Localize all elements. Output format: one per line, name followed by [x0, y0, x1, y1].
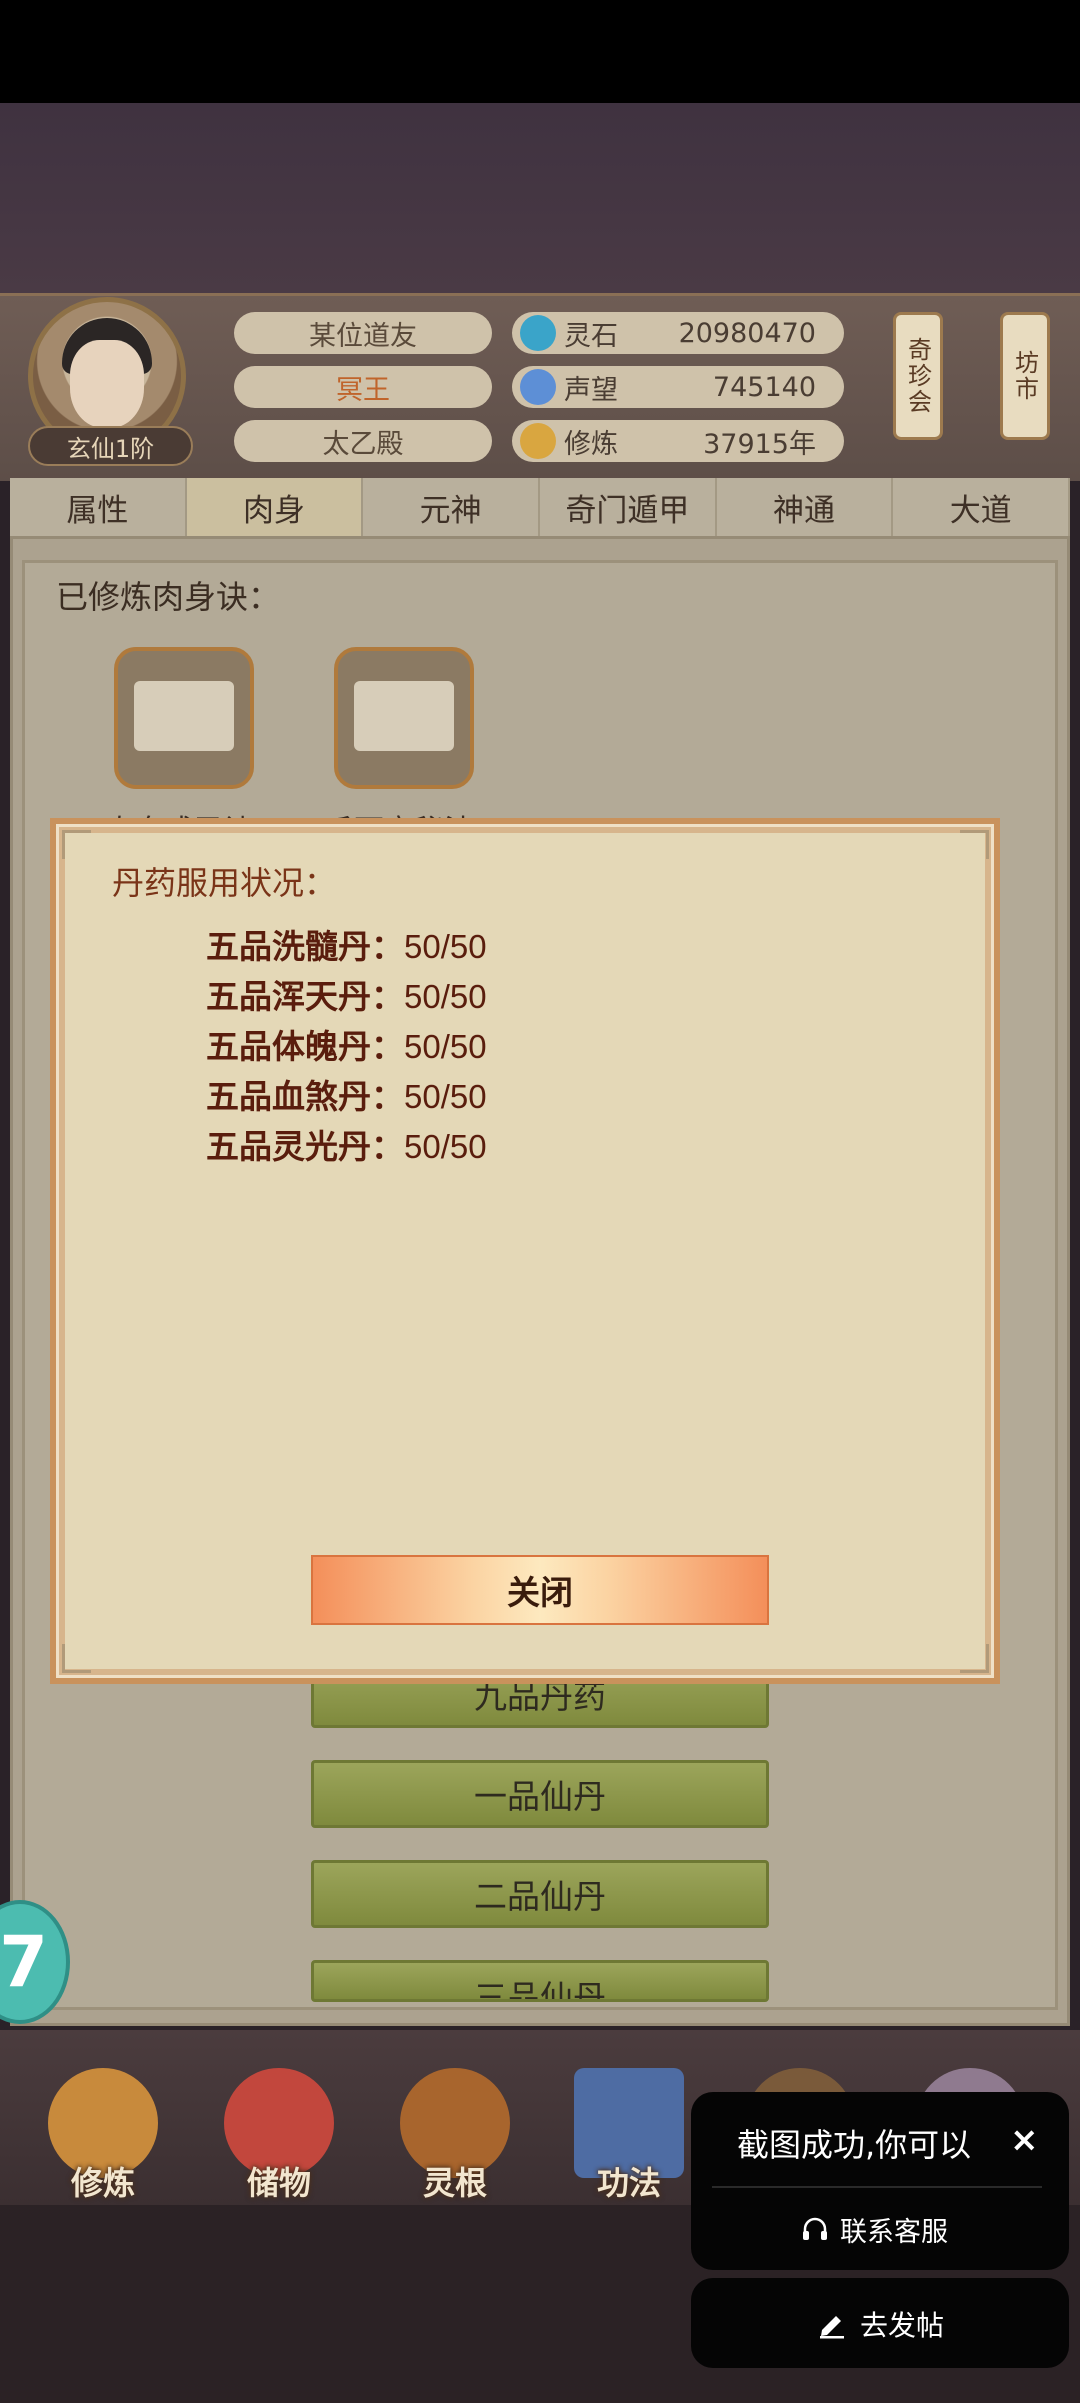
treasure-auction-button[interactable]: 奇珍会 [893, 312, 943, 440]
prestige-icon [520, 369, 556, 405]
nav-label: 储物 [246, 2164, 311, 2202]
pill-count: 50/50 [404, 978, 487, 1015]
nav-cultivate[interactable]: 修炼 [38, 2068, 168, 2208]
cultivation-icon [520, 423, 556, 459]
grade-one-immortal-pill-button[interactable]: 一品仙丹 [311, 1760, 769, 1828]
pill-name: 五品灵光丹： [206, 1127, 404, 1166]
headset-icon [803, 2217, 827, 2240]
tab-powers[interactable]: 神通 [717, 478, 894, 536]
pill-name: 五品浑天丹： [206, 977, 404, 1016]
nav-techniques[interactable]: 功法 [564, 2068, 694, 2208]
dialog-corner [62, 1644, 91, 1673]
player-name: 某位道友 [234, 312, 492, 354]
book-icon [134, 681, 234, 751]
market-button[interactable]: 坊市 [1000, 312, 1050, 440]
close-button[interactable]: 关闭 [311, 1555, 769, 1625]
nav-label: 灵根 [422, 2164, 487, 2202]
rank-badge: 玄仙1阶 [28, 426, 193, 466]
dialog-corner [960, 830, 989, 859]
status-bar [0, 0, 1080, 103]
top-background [0, 103, 1080, 293]
tab-spirit[interactable]: 元神 [363, 478, 541, 536]
nav-label: 修炼 [70, 2164, 135, 2202]
tab-attributes[interactable]: 属性 [10, 478, 187, 536]
resource-spirit-stone: 灵石 20980470 [512, 312, 844, 354]
resource-label: 灵石 [564, 320, 618, 352]
skill-book-1[interactable] [114, 647, 254, 789]
dialog-corner [960, 1644, 989, 1673]
contact-support-label: 联系客服 [840, 2217, 948, 2248]
pill-row: 五品血煞丹：50/50 [206, 1070, 487, 1118]
nav-storage[interactable]: 储物 [214, 2068, 344, 2208]
pill-row: 五品灵光丹：50/50 [206, 1120, 487, 1168]
skill-book-2[interactable] [334, 647, 474, 789]
pill-name: 五品血煞丹： [206, 1077, 404, 1116]
pill-count: 50/50 [404, 1078, 487, 1115]
resource-value: 745140 [712, 371, 816, 403]
nav-spirit-root[interactable]: 灵根 [390, 2068, 520, 2208]
toast-divider [712, 2186, 1042, 2188]
section-title: 已修炼肉身诀： [56, 578, 281, 616]
tab-qimen[interactable]: 奇门遁甲 [540, 478, 717, 536]
resource-value: 37915年 [703, 428, 816, 460]
close-icon[interactable]: × [1010, 2120, 1039, 2160]
book-icon [354, 681, 454, 751]
go-post-button[interactable]: 去发帖 [816, 2304, 944, 2344]
resource-label: 声望 [564, 374, 618, 406]
contact-support-button[interactable]: 联系客服 [800, 2210, 948, 2249]
pill-row: 五品体魄丹：50/50 [206, 1020, 487, 1068]
resource-prestige: 声望 745140 [512, 366, 844, 408]
toast-message: 截图成功,你可以 [737, 2126, 972, 2164]
grade-two-immortal-pill-button[interactable]: 二品仙丹 [311, 1860, 769, 1928]
dialog-title: 丹药服用状况： [112, 864, 337, 902]
pill-count: 50/50 [404, 1128, 487, 1165]
pill-name: 五品洗髓丹： [206, 927, 404, 966]
grade-three-immortal-pill-button[interactable]: 三品仙丹 [311, 1960, 769, 2002]
spirit-stone-icon [520, 315, 556, 351]
pill-count: 50/50 [404, 928, 487, 965]
pill-count: 50/50 [404, 1028, 487, 1065]
resource-cultivation: 修炼 37915年 [512, 420, 844, 462]
resource-label: 修炼 [564, 428, 618, 460]
go-post-label: 去发帖 [860, 2309, 945, 2342]
pill-name: 五品体魄丹： [206, 1027, 404, 1066]
edit-icon [820, 2316, 844, 2339]
dialog-corner [62, 830, 91, 859]
nav-label: 功法 [596, 2164, 661, 2202]
player-title: 冥王 [234, 366, 492, 408]
pill-row: 五品浑天丹：50/50 [206, 970, 487, 1018]
avatar-face [70, 340, 144, 428]
tab-body[interactable]: 肉身 [186, 478, 364, 536]
tab-bar: 属性 肉身 元神 奇门遁甲 神通 大道 [10, 478, 1071, 536]
pill-row: 五品洗髓丹：50/50 [206, 920, 487, 968]
tab-dao[interactable]: 大道 [893, 478, 1071, 536]
resource-value: 20980470 [678, 317, 816, 349]
player-sect: 太乙殿 [234, 420, 492, 462]
